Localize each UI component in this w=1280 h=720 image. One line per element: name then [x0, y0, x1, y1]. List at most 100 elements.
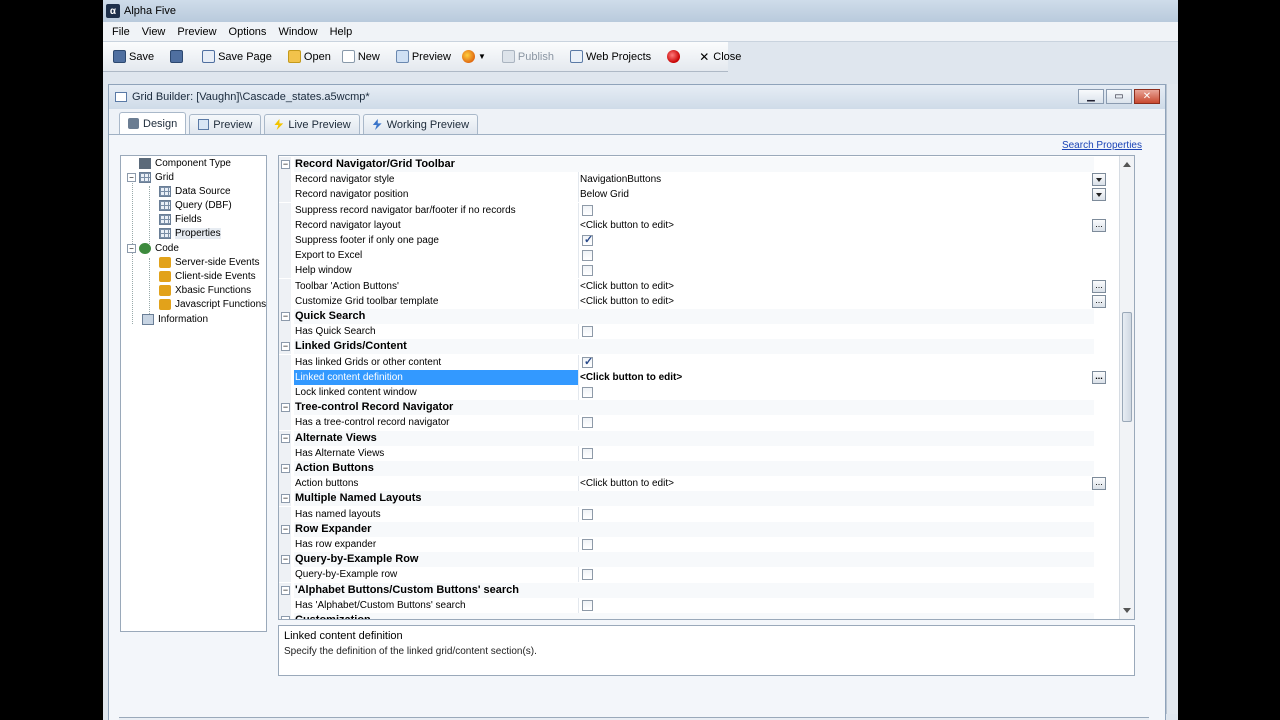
property-row[interactable]: Suppress footer if only one page — [279, 233, 1119, 248]
collapse-icon[interactable]: − — [281, 494, 290, 504]
collapse-icon[interactable]: − — [281, 403, 290, 413]
property-checkbox[interactable] — [582, 508, 593, 520]
property-value[interactable] — [580, 598, 1107, 613]
dropdown-button[interactable] — [1092, 188, 1106, 202]
scroll-up-icon[interactable] — [1123, 158, 1131, 167]
property-section[interactable]: − Customization — [279, 613, 1119, 619]
property-section[interactable]: − Action Buttons — [279, 461, 1119, 476]
property-checkbox[interactable] — [582, 265, 593, 277]
menu-file[interactable]: File — [107, 26, 135, 38]
property-checkbox[interactable] — [582, 250, 593, 262]
property-value[interactable] — [580, 248, 1107, 263]
property-value[interactable] — [580, 446, 1107, 461]
property-row[interactable]: Has linked Grids or other content — [279, 354, 1119, 370]
property-checkbox[interactable] — [582, 447, 593, 459]
property-value[interactable] — [580, 385, 1107, 400]
collapse-icon[interactable]: − — [281, 464, 290, 473]
menu-help[interactable]: Help — [325, 26, 358, 38]
preview-button[interactable]: Preview — [392, 48, 455, 65]
publish-button[interactable]: Publish — [498, 48, 558, 65]
web-projects-button[interactable]: Web Projects — [566, 48, 655, 65]
ellipsis-button[interactable]: ... — [1092, 279, 1106, 293]
tree-item-grid[interactable]: − Grid — [127, 172, 174, 183]
new-button[interactable]: New — [338, 48, 384, 65]
property-grid-scrollbar[interactable] — [1119, 156, 1134, 619]
property-value[interactable]: <Click button to edit>... — [580, 294, 1107, 309]
property-checkbox[interactable] — [582, 417, 593, 429]
property-row[interactable]: Has 'Alphabet/Custom Buttons' search — [279, 597, 1119, 613]
tab-working-preview[interactable]: Working Preview — [362, 114, 479, 134]
property-value[interactable]: Below Grid — [580, 187, 1107, 202]
menu-options[interactable]: Options — [224, 26, 272, 38]
property-section[interactable]: − Row Expander — [279, 521, 1119, 537]
property-value[interactable] — [580, 537, 1107, 552]
property-row[interactable]: Has Quick Search — [279, 324, 1119, 340]
property-row[interactable]: Record navigator position Below Grid — [279, 187, 1119, 203]
maximize-button[interactable]: ▭ — [1106, 89, 1132, 104]
collapse-icon[interactable]: − — [127, 173, 136, 182]
property-value[interactable]: <Click button to edit>... — [580, 218, 1107, 233]
property-checkbox[interactable] — [582, 355, 593, 370]
property-section[interactable]: − Linked Grids/Content — [279, 339, 1119, 355]
window-close-button[interactable]: ✕ — [1134, 89, 1160, 104]
property-row[interactable]: Has named layouts — [279, 506, 1119, 522]
property-checkbox[interactable] — [582, 204, 593, 216]
property-row[interactable]: Linked content definition <Click button t… — [279, 369, 1119, 385]
ellipsis-button[interactable]: ... — [1092, 370, 1106, 384]
property-row[interactable]: Customize Grid toolbar template <Click bu… — [279, 293, 1119, 309]
tree-item-query[interactable]: Query (DBF) — [159, 200, 232, 211]
property-checkbox[interactable] — [582, 233, 593, 248]
collapse-icon[interactable]: − — [281, 616, 290, 619]
app-right-scrollbar[interactable] — [1166, 84, 1178, 714]
browser-button[interactable]: ▼ — [458, 48, 490, 65]
tree-item-data-source[interactable]: Data Source — [159, 186, 231, 197]
menu-window[interactable]: Window — [273, 26, 322, 38]
tree-item-javascript[interactable]: Javascript Functions — [159, 299, 266, 310]
tree-item-server-events[interactable]: Server-side Events — [159, 257, 259, 268]
tree-item-xbasic[interactable]: Xbasic Functions — [159, 285, 251, 296]
property-value[interactable] — [580, 203, 1107, 218]
property-row[interactable]: Toolbar 'Action Buttons' <Click button to… — [279, 278, 1119, 294]
property-value[interactable] — [580, 263, 1107, 278]
property-checkbox[interactable] — [582, 569, 593, 581]
tree-item-information[interactable]: Information — [142, 314, 208, 325]
property-value[interactable]: NavigationButtons — [580, 172, 1107, 187]
save-page-button[interactable]: Save Page — [198, 48, 276, 65]
save-as-button[interactable] — [166, 48, 190, 65]
close-button[interactable]: ✕ Close — [695, 48, 745, 66]
menu-preview[interactable]: Preview — [172, 26, 221, 38]
property-row[interactable]: Action buttons <Click button to edit>... — [279, 476, 1119, 492]
scrollbar-thumb[interactable] — [1122, 312, 1132, 422]
collapse-icon[interactable]: − — [281, 555, 290, 565]
tab-live-preview[interactable]: Live Preview — [264, 114, 360, 134]
tab-design[interactable]: Design — [119, 112, 187, 134]
property-row[interactable]: Query-by-Example row — [279, 567, 1119, 583]
property-row[interactable]: Export to Excel — [279, 248, 1119, 264]
collapse-icon[interactable]: − — [281, 160, 290, 169]
tree-item-client-events[interactable]: Client-side Events — [159, 271, 256, 282]
stop-button[interactable] — [663, 48, 687, 65]
property-row[interactable]: Lock linked content window — [279, 385, 1119, 400]
property-section[interactable]: − Alternate Views — [279, 430, 1119, 446]
property-value[interactable]: <Click button to edit>... — [580, 370, 1107, 385]
minimize-button[interactable]: ▁ — [1078, 89, 1104, 104]
property-value[interactable]: <Click button to edit>... — [580, 279, 1107, 294]
collapse-icon[interactable]: − — [281, 524, 290, 534]
property-row[interactable]: Has a tree-control record navigator — [279, 415, 1119, 431]
property-checkbox[interactable] — [582, 387, 593, 398]
property-section[interactable]: − Record Navigator/Grid Toolbar — [279, 157, 1119, 172]
collapse-icon[interactable]: − — [281, 342, 290, 352]
tree-item-code[interactable]: − Code — [127, 243, 179, 254]
property-row[interactable]: Has row expander — [279, 537, 1119, 552]
collapse-icon[interactable]: − — [127, 244, 136, 253]
ellipsis-button[interactable]: ... — [1092, 477, 1106, 491]
tab-preview[interactable]: Preview — [189, 114, 262, 134]
property-section[interactable]: − Tree-control Record Navigator — [279, 400, 1119, 416]
ellipsis-button[interactable]: ... — [1092, 218, 1106, 232]
tree-item-fields[interactable]: Fields — [159, 214, 202, 225]
search-properties-link[interactable]: Search Properties — [1062, 140, 1142, 151]
property-section[interactable]: − 'Alphabet Buttons/Custom Buttons' searc… — [279, 582, 1119, 598]
collapse-icon[interactable]: − — [281, 312, 290, 321]
property-value[interactable] — [580, 507, 1107, 522]
property-value[interactable] — [580, 355, 1107, 370]
